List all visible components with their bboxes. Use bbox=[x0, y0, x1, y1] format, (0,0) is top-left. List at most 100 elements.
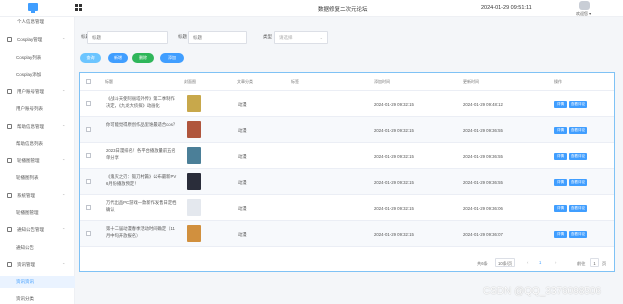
sidebar-group-notice[interactable]: 通知公告管理 ⌃ bbox=[0, 224, 75, 236]
page-size-select[interactable]: 10条/页 bbox=[495, 258, 515, 267]
view-comments-button[interactable]: 查看评论 bbox=[569, 205, 587, 212]
main-content: 标题 标题 类型 请选择 ⌄ 查询 新增 删除 添加 标题 封面图 文章分类 标签… bbox=[75, 17, 623, 304]
sidebar-item-system-carousel[interactable]: 轮播图管理 bbox=[0, 207, 75, 219]
top-bar: 数据修复二次元论坛 2024-01-29 09:51:11 欢迎您 ▾ bbox=[0, 0, 623, 17]
chevron-down-icon: ⌄ bbox=[319, 35, 323, 40]
page-number-current[interactable]: 1 bbox=[539, 260, 541, 268]
sidebar-item-news-category[interactable]: 资讯分类 bbox=[0, 293, 75, 304]
sidebar-group-user[interactable]: 用户账号管理 ⌃ bbox=[0, 86, 75, 98]
row-title: 你可能觉得原创作品里谁最适合cos？ bbox=[106, 122, 178, 127]
sidebar-item-label: Cosplay列表 bbox=[16, 55, 42, 60]
sidebar-item-label: 通知公告管理 bbox=[17, 227, 44, 232]
row-checkbox[interactable] bbox=[86, 205, 91, 210]
table-row: 《战斗天使阿丽塔外传》第二季制作决定，《九龙大侦探》动画化 动漫 2024-01… bbox=[80, 91, 614, 117]
column-header-tags: 标签 bbox=[291, 79, 299, 84]
sidebar-group-cosplay[interactable]: Cosplay管理 ⌃ bbox=[0, 34, 75, 46]
select-all-checkbox[interactable] bbox=[86, 79, 91, 84]
table-header: 标题 封面图 文章分类 标签 添加时间 更新时间 操作 bbox=[80, 73, 614, 91]
detail-button[interactable]: 详情 bbox=[554, 153, 567, 160]
add-button[interactable]: 新增 bbox=[108, 53, 128, 63]
detail-button[interactable]: 详情 bbox=[554, 101, 567, 108]
row-checkbox[interactable] bbox=[86, 101, 91, 106]
row-checkbox[interactable] bbox=[86, 179, 91, 184]
next-page-icon[interactable]: › bbox=[555, 260, 556, 268]
prev-page-icon[interactable]: ‹ bbox=[527, 260, 528, 268]
sidebar-item-label: 轮播图列表 bbox=[16, 175, 39, 180]
title-search-input[interactable] bbox=[87, 31, 168, 44]
chevron-up-icon: ⌃ bbox=[62, 37, 66, 42]
chevron-up-icon: ⌃ bbox=[62, 227, 66, 232]
sidebar-group-news[interactable]: 资讯管理 ⌃ bbox=[0, 259, 75, 271]
view-comments-button[interactable]: 查看评论 bbox=[569, 101, 587, 108]
folder-icon bbox=[7, 89, 12, 94]
row-category: 动漫 bbox=[238, 128, 247, 133]
row-added-time: 2024-01-29 09:32:15 bbox=[374, 102, 414, 107]
sidebar-item-label: 资讯管理 bbox=[17, 262, 35, 267]
search-button[interactable]: 查询 bbox=[80, 53, 101, 63]
sidebar-item-notice[interactable]: 通知公告 bbox=[0, 242, 75, 254]
view-comments-button[interactable]: 查看评论 bbox=[569, 231, 587, 238]
sidebar-item-cosplay-add[interactable]: Cosplay添加 bbox=[0, 69, 75, 81]
row-checkbox[interactable] bbox=[86, 231, 91, 236]
table-row: 万代出品PC游戏一款新作发售日定档确认 动漫 2024-01-29 09:32:… bbox=[80, 195, 614, 221]
type-select-value: 请选择 bbox=[279, 35, 293, 40]
view-comments-button[interactable]: 查看评论 bbox=[569, 153, 587, 160]
csdn-watermark: CSDN @QQ_3376098506 bbox=[483, 286, 601, 297]
user-avatar[interactable] bbox=[579, 1, 590, 10]
row-added-time: 2024-01-29 09:32:15 bbox=[374, 206, 414, 211]
sidebar-item-label: 帮助信息列表 bbox=[16, 141, 43, 146]
detail-button[interactable]: 详情 bbox=[554, 231, 567, 238]
folder-icon bbox=[7, 124, 12, 129]
chevron-up-icon: ⌃ bbox=[62, 158, 66, 163]
table-row: 第十二届动漫春季活动时间确定（11月中旬开放报名） 动漫 2024-01-29 … bbox=[80, 221, 614, 247]
type-search-label: 类型 bbox=[263, 34, 272, 39]
row-category: 动漫 bbox=[238, 232, 247, 237]
goto-page-input[interactable]: 1 bbox=[590, 258, 599, 267]
sidebar-item-carousel-list[interactable]: 轮播图列表 bbox=[0, 172, 75, 184]
delete-button[interactable]: 删除 bbox=[132, 53, 154, 63]
sidebar-item-label: 轮播图管理 bbox=[16, 210, 39, 215]
sidebar-group-carousel[interactable]: 轮播图管理 ⌃ bbox=[0, 155, 75, 167]
sidebar-item-news[interactable]: 资讯资讯 bbox=[0, 276, 75, 288]
sidebar-item-label: Cosplay添加 bbox=[16, 72, 42, 77]
create-button[interactable]: 添加 bbox=[160, 53, 184, 63]
sidebar-item-cosplay-list[interactable]: Cosplay列表 bbox=[0, 52, 75, 64]
sidebar-item-label: 帮助信息管理 bbox=[17, 124, 44, 129]
chevron-up-icon: ⌃ bbox=[62, 193, 66, 198]
sidebar-item-profile[interactable]: 个人信息管理 bbox=[0, 16, 75, 28]
name-search-input[interactable] bbox=[188, 31, 247, 44]
row-updated-time: 2024-01-29 09:36:55 bbox=[463, 154, 503, 159]
row-updated-time: 2024-01-29 09:36:07 bbox=[463, 232, 503, 237]
name-search-label: 标题 bbox=[178, 34, 187, 39]
sidebar-item-label: 系统管理 bbox=[17, 193, 35, 198]
row-checkbox[interactable] bbox=[86, 153, 91, 158]
row-checkbox[interactable] bbox=[86, 127, 91, 132]
sidebar-item-label: 轮播图管理 bbox=[17, 158, 40, 163]
chevron-up-icon: ⌃ bbox=[62, 124, 66, 129]
sidebar-group-help[interactable]: 帮助信息管理 ⌃ bbox=[0, 121, 75, 133]
row-title: 第十二届动漫春季活动时间确定（11月中旬开放报名） bbox=[106, 226, 175, 238]
type-select[interactable]: 请选择 ⌄ bbox=[274, 31, 328, 44]
sidebar-group-system[interactable]: 系统管理 ⌃ bbox=[0, 190, 75, 202]
sidebar-item-user-list[interactable]: 用户账号列表 bbox=[0, 103, 75, 115]
sidebar-item-label: 资讯资讯 bbox=[16, 279, 34, 284]
view-comments-button[interactable]: 查看评论 bbox=[569, 179, 587, 186]
menu-grid-icon[interactable] bbox=[75, 4, 82, 11]
sidebar-item-help-list[interactable]: 帮助信息列表 bbox=[0, 138, 75, 150]
cover-thumbnail bbox=[187, 199, 201, 216]
chevron-up-icon: ⌃ bbox=[62, 262, 66, 267]
view-comments-button[interactable]: 查看评论 bbox=[569, 127, 587, 134]
table-row: 2023日漫排名！各平台播放量前五名单分享 动漫 2024-01-29 09:3… bbox=[80, 143, 614, 169]
monitor-logo-icon bbox=[28, 3, 38, 13]
folder-icon bbox=[7, 158, 12, 163]
row-updated-time: 2024-01-29 09:48:12 bbox=[463, 102, 503, 107]
detail-button[interactable]: 详情 bbox=[554, 127, 567, 134]
detail-button[interactable]: 详情 bbox=[554, 205, 567, 212]
row-updated-time: 2024-01-29 09:36:55 bbox=[463, 128, 503, 133]
row-added-time: 2024-01-29 09:32:15 bbox=[374, 154, 414, 159]
folder-icon bbox=[7, 193, 12, 198]
detail-button[interactable]: 详情 bbox=[554, 179, 567, 186]
cover-thumbnail bbox=[187, 121, 201, 138]
folder-icon bbox=[7, 37, 12, 42]
chevron-up-icon: ⌃ bbox=[62, 89, 66, 94]
